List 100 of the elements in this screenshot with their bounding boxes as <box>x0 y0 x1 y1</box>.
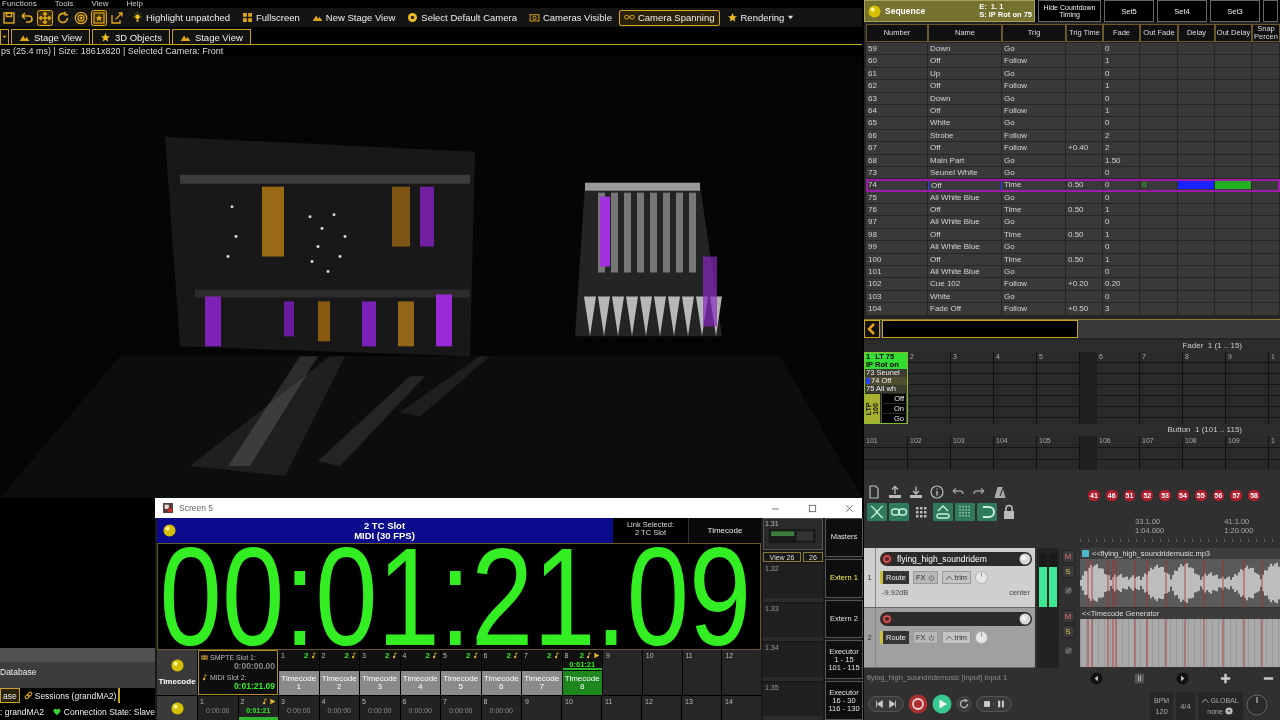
table-row[interactable]: 97 All White Blue Go 0 <box>866 216 1280 229</box>
timecode-pool-button[interactable]: Timecode <box>157 650 197 695</box>
table-row[interactable]: 102 Cue 102 Follow +0.20 0.20 <box>866 278 1280 291</box>
pan-knob-icon[interactable] <box>1019 613 1031 625</box>
view-button[interactable]: Timecode <box>688 518 761 543</box>
toolbar-button[interactable]: Camera Spanning <box>618 9 720 26</box>
table-cell: All White Blue <box>928 216 1002 229</box>
upload-icon[interactable] <box>888 485 902 499</box>
table-row[interactable]: 60 Off Follow 1 <box>866 55 1280 68</box>
rotate-icon[interactable] <box>55 9 71 26</box>
star-frame-icon[interactable] <box>91 9 107 26</box>
table-cell: 99 <box>866 241 928 254</box>
mute-button[interactable]: M <box>1061 550 1075 563</box>
record-arm-icon[interactable] <box>881 613 893 625</box>
track-name-field[interactable]: flying_high_soundridem <box>880 552 1032 566</box>
link-icon[interactable] <box>889 503 909 521</box>
crossfade-icon[interactable] <box>867 503 887 521</box>
scroll-handle-icon[interactable] <box>1133 671 1146 685</box>
pause-icon[interactable] <box>996 699 1006 709</box>
tab[interactable]: Sessions (grandMA2) <box>21 688 121 703</box>
play-icon[interactable] <box>932 694 952 714</box>
slot-count: 2 <box>579 651 584 660</box>
repeat-icon[interactable] <box>956 696 972 712</box>
back-chevron-icon[interactable] <box>864 320 880 338</box>
solo-button[interactable]: S <box>1061 625 1075 638</box>
move-arrows-icon[interactable] <box>37 9 53 26</box>
envelope-link-icon[interactable] <box>933 503 953 521</box>
table-row[interactable]: 62 Off Follow 1 <box>866 80 1280 93</box>
table-row[interactable]: 67 Off Follow +0.40 2 <box>866 142 1280 155</box>
table-cell: Main Part <box>928 154 1002 167</box>
menu-item[interactable]: View <box>91 0 109 8</box>
star-icon <box>99 31 111 43</box>
toolbar-button[interactable]: New Stage View <box>306 9 401 26</box>
command-input-field[interactable] <box>882 320 1078 338</box>
table-row[interactable]: 101 All White Blue Go 0 <box>866 266 1280 279</box>
slot-title: 2 TC Slot <box>363 520 406 531</box>
table-cell: 1.50 <box>1103 154 1140 167</box>
close-icon[interactable] <box>845 503 854 513</box>
track-name-field[interactable] <box>880 612 1032 626</box>
play-icon <box>593 652 600 659</box>
save-icon[interactable] <box>1 9 17 26</box>
sheet-button[interactable] <box>1263 0 1278 22</box>
mute-button[interactable]: M <box>1061 610 1075 623</box>
tab[interactable]: Stage View <box>11 29 90 44</box>
document-icon[interactable] <box>867 485 881 499</box>
toolbar-button[interactable]: Cameras Visible <box>523 9 617 26</box>
menu-item[interactable]: Tools <box>54 0 74 8</box>
dropdown-icon[interactable] <box>1224 707 1233 715</box>
record-arm-icon[interactable] <box>881 553 893 565</box>
table-row[interactable]: 104 Fade Off Follow +0.50 3 <box>866 303 1280 316</box>
frame-arrow-icon[interactable] <box>109 9 125 26</box>
table-row[interactable]: 65 White Go 0 <box>866 117 1280 130</box>
slot-time: 0:00:00.00 <box>232 660 275 671</box>
table-cell: 0.20 <box>1103 278 1140 291</box>
table-cell: 0 <box>1103 241 1140 254</box>
toolbar-button[interactable]: Rendering <box>721 9 800 26</box>
toolbar-button[interactable]: Highlight unpatched <box>127 9 235 26</box>
toolbar-button[interactable]: Select Default Camera <box>402 9 522 26</box>
note-icon <box>552 652 560 659</box>
slot-time: 0:01:21.09 <box>232 681 275 692</box>
undo-icon[interactable] <box>19 9 35 26</box>
tab[interactable]: 3D Objects <box>91 29 170 44</box>
info-icon[interactable] <box>930 485 944 499</box>
maximize-icon[interactable] <box>808 503 817 513</box>
toolbar-button[interactable]: Fullscreen <box>237 9 305 26</box>
note-icon <box>431 652 438 659</box>
pan-knob-icon[interactable] <box>1019 553 1031 565</box>
table-cell: 0 <box>1103 216 1140 229</box>
tab[interactable]: Stage View <box>171 29 251 44</box>
skip-back-icon[interactable] <box>874 699 884 709</box>
timecode-button[interactable]: Timecode 8 <box>562 671 602 695</box>
solo-button[interactable]: S <box>1061 565 1075 578</box>
tab-menu-button[interactable] <box>0 29 9 44</box>
table-row[interactable]: 74 Off Time 0.50 0 0 <box>866 179 1280 192</box>
table-row[interactable]: 99 All White Blue Go 0 <box>866 241 1280 254</box>
menu-item[interactable]: Functions <box>2 0 37 8</box>
master-knob-icon[interactable] <box>1245 694 1268 716</box>
phase-icon[interactable] <box>1063 646 1073 655</box>
metronome-icon[interactable] <box>993 485 1007 499</box>
take-icon <box>1082 550 1089 557</box>
star-icon <box>726 12 738 23</box>
phase-icon[interactable] <box>1063 586 1073 595</box>
download-icon[interactable] <box>909 485 923 499</box>
table-row[interactable]: 76 Off Time 0.50 1 <box>866 204 1280 217</box>
menu-item[interactable]: Help <box>126 0 144 8</box>
tab[interactable]: ase <box>0 688 20 703</box>
slot-count: 2 <box>344 651 349 660</box>
target-icon[interactable] <box>73 9 89 26</box>
note-icon <box>309 652 317 659</box>
table-cell: Fade Off <box>928 303 1002 316</box>
scroll-right-icon[interactable] <box>1176 671 1189 685</box>
stop-icon[interactable] <box>982 699 992 709</box>
executor-pool-button[interactable] <box>157 696 197 720</box>
record-icon[interactable] <box>908 694 928 714</box>
zoom-in-icon[interactable] <box>1219 671 1232 685</box>
note-icon <box>585 652 592 659</box>
table-cell: +0.50 <box>1066 303 1103 316</box>
scroll-left-icon[interactable] <box>1090 671 1103 685</box>
skip-forward-icon[interactable] <box>888 699 898 709</box>
table-row[interactable]: 59 Down Go 0 <box>866 43 1280 56</box>
